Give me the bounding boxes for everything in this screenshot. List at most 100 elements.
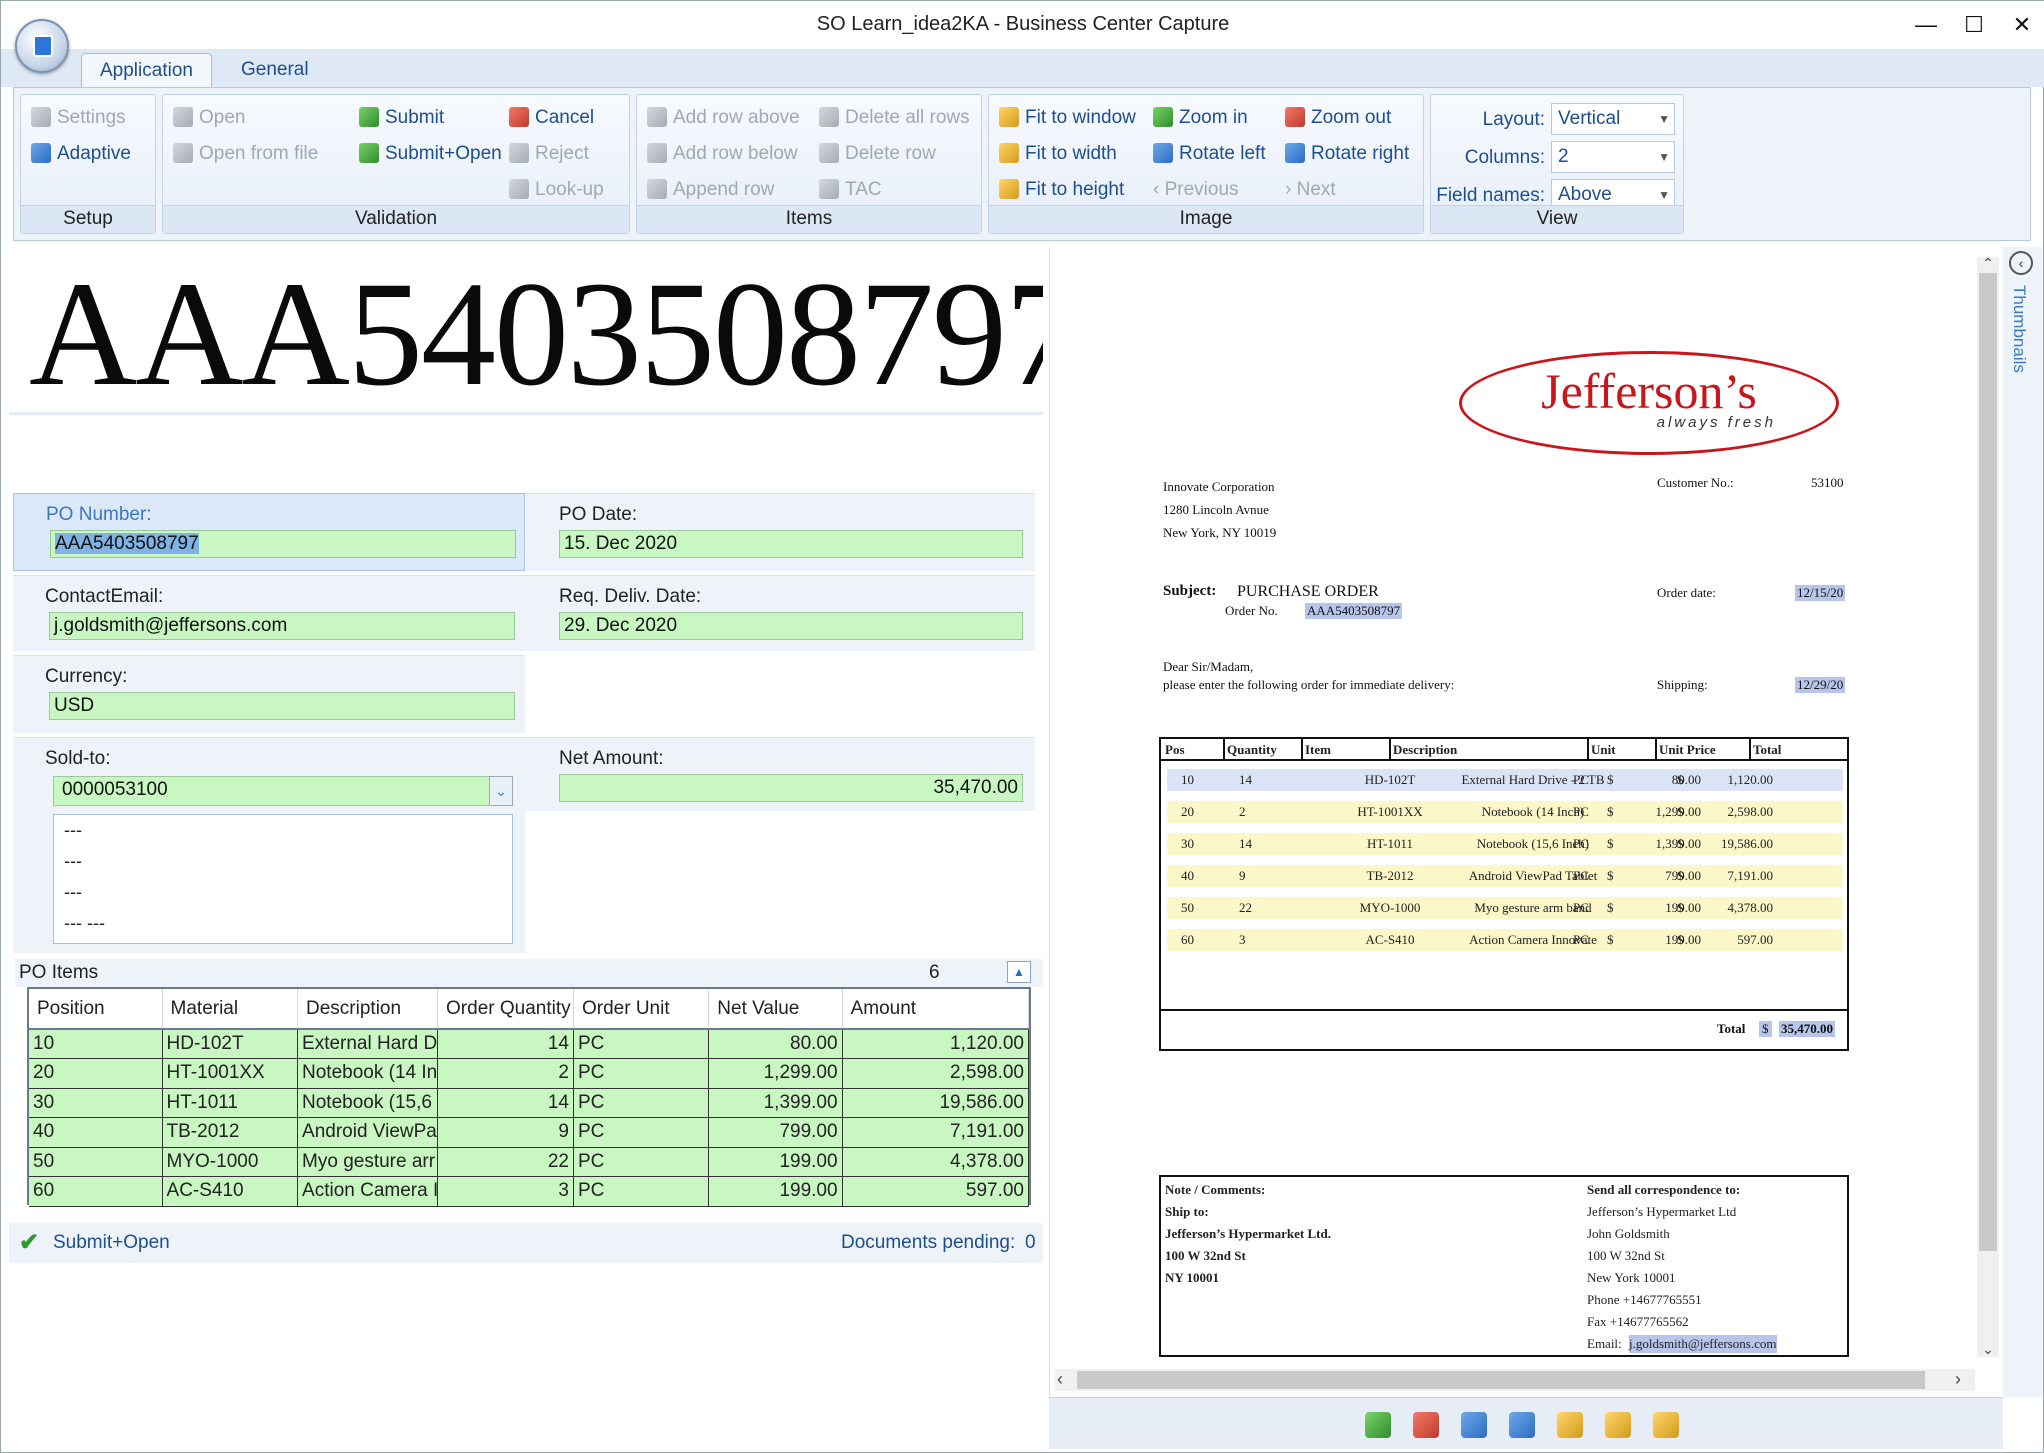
table-cell[interactable]: PC xyxy=(573,1088,710,1118)
table-cell[interactable]: HT-1011 xyxy=(162,1088,299,1118)
reject-button[interactable]: Reject xyxy=(509,139,589,169)
table-row[interactable]: 60 AC-S410 Action Camera I 3 PC 199.00 597.00 xyxy=(29,1176,1030,1207)
table-cell[interactable]: 597.00 xyxy=(842,1176,1030,1207)
table-cell[interactable]: 19,586.00 xyxy=(842,1088,1030,1118)
table-row[interactable]: 20 HT-1001XX Notebook (14 In 2 PC 1,299.00 2,5… xyxy=(29,1058,1030,1089)
delete-row-button[interactable]: Delete row xyxy=(819,139,936,169)
open-from-file-button[interactable]: Open from file xyxy=(173,139,318,169)
application-menu-button[interactable] xyxy=(15,19,69,73)
table-cell[interactable]: Notebook (15,6 xyxy=(297,1088,439,1118)
column-header-net-value[interactable]: Net Value xyxy=(708,989,843,1030)
zoom-out-button[interactable]: Zoom out xyxy=(1285,103,1391,133)
layout-select[interactable]: Vertical ▼ xyxy=(1551,103,1675,135)
submit-open-button[interactable]: Submit+Open xyxy=(359,139,502,169)
table-cell[interactable]: HT-1001XX xyxy=(162,1058,299,1089)
tab-application[interactable]: Application xyxy=(81,53,212,87)
table-cell[interactable]: HD-102T xyxy=(162,1029,299,1059)
table-row[interactable]: 30 HT-1011 Notebook (15,6 14 PC 1,399.00 19,58… xyxy=(29,1088,1030,1118)
delete-all-rows-button[interactable]: Delete all rows xyxy=(819,103,970,133)
table-cell[interactable]: 10 xyxy=(29,1029,163,1059)
rotate-left-icon[interactable] xyxy=(1461,1412,1487,1438)
status-submit-open[interactable]: Submit+Open xyxy=(53,1223,170,1263)
table-cell[interactable]: 9 xyxy=(437,1117,574,1148)
fit-height-icon[interactable] xyxy=(1653,1412,1679,1438)
column-header-amount[interactable]: Amount xyxy=(842,989,1030,1030)
column-header-description[interactable]: Description xyxy=(297,989,439,1030)
table-row[interactable]: 40 TB-2012 Android ViewPa 9 PC 799.00 7,191.00 xyxy=(29,1117,1030,1148)
zoom-in-button[interactable]: Zoom in xyxy=(1153,103,1248,133)
table-cell[interactable]: PC xyxy=(573,1176,710,1207)
close-button[interactable]: ✕ xyxy=(1997,9,2044,41)
table-cell[interactable]: 199.00 xyxy=(708,1147,843,1177)
rotate-right-button[interactable]: Rotate right xyxy=(1285,139,1409,169)
previous-button[interactable]: ‹ Previous xyxy=(1153,175,1239,205)
column-header-order-unit[interactable]: Order Unit xyxy=(573,989,710,1030)
table-cell[interactable]: 4,378.00 xyxy=(842,1147,1030,1177)
tac-button[interactable]: TAC xyxy=(819,175,882,205)
net-amount-input[interactable]: 35,470.00 xyxy=(559,774,1023,802)
fit-to-width-button[interactable]: Fit to width xyxy=(999,139,1117,169)
po-number-input[interactable]: AAA5403508797 xyxy=(50,530,516,558)
chevron-down-icon[interactable]: ⌄ xyxy=(489,776,513,806)
table-cell[interactable]: 40 xyxy=(29,1117,163,1148)
adaptive-button[interactable]: Adaptive xyxy=(31,139,131,169)
collapse-left-icon[interactable]: ‹ xyxy=(2009,251,2033,275)
table-cell[interactable]: PC xyxy=(573,1058,710,1089)
currency-input[interactable]: USD xyxy=(49,692,515,720)
table-cell[interactable]: 60 xyxy=(29,1176,163,1207)
column-header-material[interactable]: Material xyxy=(162,989,299,1030)
table-cell[interactable]: PC xyxy=(573,1147,710,1177)
table-row[interactable]: 50 MYO-1000 Myo gesture arr 22 PC 199.00 4,378… xyxy=(29,1147,1030,1177)
table-cell[interactable]: PC xyxy=(573,1117,710,1148)
scroll-left-icon[interactable]: ‹ xyxy=(1057,1369,1063,1390)
table-cell[interactable]: 2,598.00 xyxy=(842,1058,1030,1089)
collapse-icon[interactable]: ▲ xyxy=(1007,961,1031,983)
table-cell[interactable]: AC-S410 xyxy=(162,1176,299,1207)
table-cell[interactable]: MYO-1000 xyxy=(162,1147,299,1177)
table-cell[interactable]: 2 xyxy=(437,1058,574,1089)
zoom-in-icon[interactable] xyxy=(1365,1412,1391,1438)
maximize-button[interactable]: ☐ xyxy=(1949,9,1999,41)
table-cell[interactable]: 3 xyxy=(437,1176,574,1207)
table-cell[interactable]: 30 xyxy=(29,1088,163,1118)
table-cell[interactable]: 1,120.00 xyxy=(842,1029,1030,1059)
tab-general[interactable]: General xyxy=(223,53,327,87)
table-cell[interactable]: External Hard D xyxy=(297,1029,439,1059)
table-cell[interactable]: Android ViewPa xyxy=(297,1117,439,1148)
fit-width-icon[interactable] xyxy=(1605,1412,1631,1438)
settings-button[interactable]: Settings xyxy=(31,103,126,133)
rotate-left-button[interactable]: Rotate left xyxy=(1153,139,1266,169)
table-cell[interactable]: PC xyxy=(573,1029,710,1059)
req-deliv-date-input[interactable]: 29. Dec 2020 xyxy=(559,612,1023,640)
table-cell[interactable]: 199.00 xyxy=(708,1176,843,1207)
table-cell[interactable]: 22 xyxy=(437,1147,574,1177)
thumbnails-label[interactable]: Thumbnails xyxy=(2009,285,2029,373)
submit-button[interactable]: Submit xyxy=(359,103,444,133)
thumbnails-panel[interactable] xyxy=(2003,247,2043,1397)
po-date-input[interactable]: 15. Dec 2020 xyxy=(559,530,1023,558)
table-cell[interactable]: 50 xyxy=(29,1147,163,1177)
table-cell[interactable]: 799.00 xyxy=(708,1117,843,1148)
scroll-down-icon[interactable]: ⌄ xyxy=(1979,1341,1997,1359)
table-cell[interactable]: 80.00 xyxy=(708,1029,843,1059)
columns-select[interactable]: 2 ▼ xyxy=(1551,141,1675,173)
column-header-order-quantity[interactable]: Order Quantity xyxy=(437,989,574,1030)
cancel-button[interactable]: Cancel xyxy=(509,103,594,133)
zoom-out-icon[interactable] xyxy=(1413,1412,1439,1438)
minimize-button[interactable]: — xyxy=(1901,9,1951,41)
table-cell[interactable]: 1,299.00 xyxy=(708,1058,843,1089)
scroll-right-icon[interactable]: › xyxy=(1955,1369,1961,1390)
table-row[interactable]: 10 HD-102T External Hard D 14 PC 80.00 1,120.0… xyxy=(29,1029,1030,1059)
scroll-up-icon[interactable]: ⌃ xyxy=(1979,255,1997,273)
table-cell[interactable]: Myo gesture arr xyxy=(297,1147,439,1177)
next-button[interactable]: › Next xyxy=(1285,175,1336,205)
table-cell[interactable]: 7,191.00 xyxy=(842,1117,1030,1148)
add-row-above-button[interactable]: Add row above xyxy=(647,103,800,133)
fit-to-window-button[interactable]: Fit to window xyxy=(999,103,1136,133)
append-row-button[interactable]: Append row xyxy=(647,175,774,205)
table-cell[interactable]: 14 xyxy=(437,1088,574,1118)
table-cell[interactable]: TB-2012 xyxy=(162,1117,299,1148)
table-cell[interactable]: 14 xyxy=(437,1029,574,1059)
rotate-right-icon[interactable] xyxy=(1509,1412,1535,1438)
horizontal-scroll-thumb[interactable] xyxy=(1077,1371,1925,1389)
